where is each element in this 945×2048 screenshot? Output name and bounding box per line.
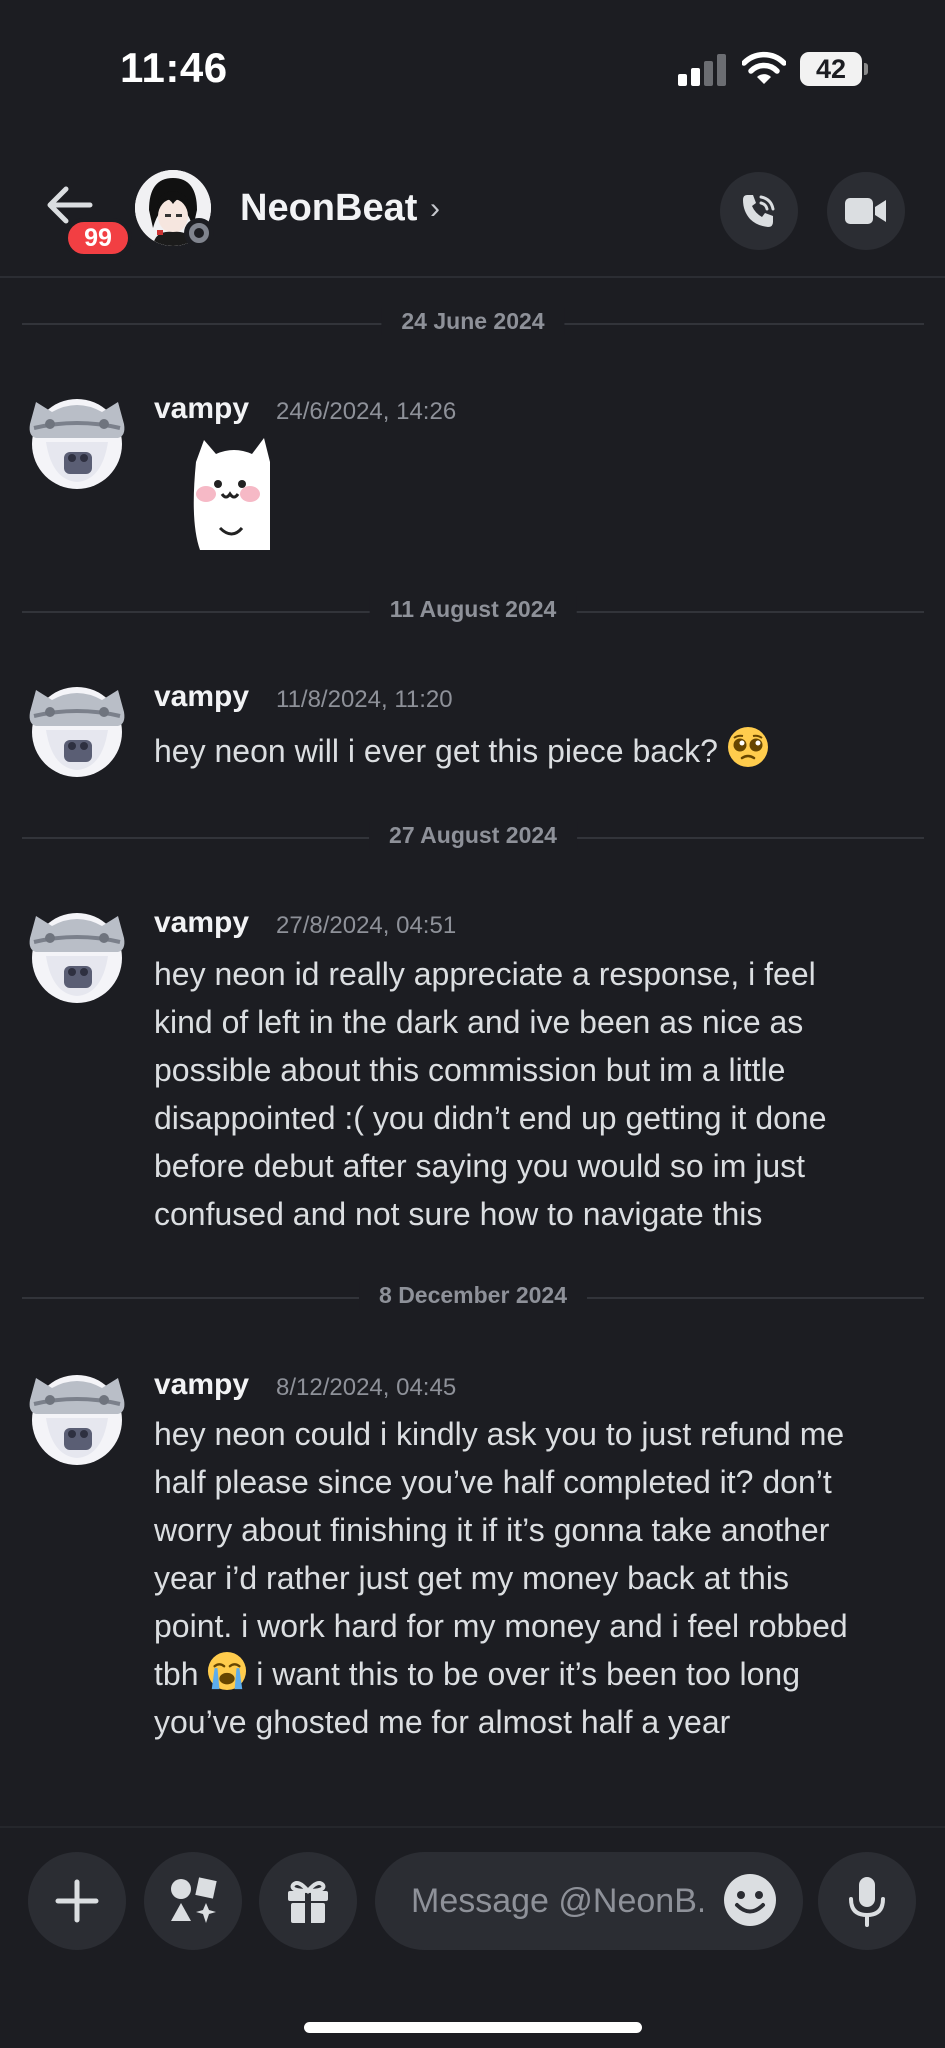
date-divider-label: 27 August 2024 [369,822,577,849]
channel-name[interactable]: NeonBeat [240,187,417,230]
phone-icon [743,195,775,227]
message-line-with-emoji: tbh i want this to be over it’s been too… [154,1650,914,1698]
avatar[interactable] [22,676,132,778]
home-indicator[interactable] [304,2022,642,2033]
plus-icon [55,1879,99,1923]
date-divider-label: 8 December 2024 [359,1282,587,1309]
message-line: hey neon could i kindly ask you to just … [154,1416,845,1452]
avatar[interactable] [22,388,132,490]
avatar[interactable] [22,1364,132,1466]
date-divider-label: 11 August 2024 [369,596,577,623]
microphone-icon [849,1877,885,1927]
message-author[interactable]: vampy [154,392,249,426]
loudly-crying-face-emoji-icon [208,1651,247,1691]
date-divider: 27 August 2024 [22,822,924,852]
message-line: you’ve ghosted me for almost half a year [154,1704,731,1740]
pleading-face-emoji-icon [727,727,768,767]
message-text: hey neon will i ever get this piece back… [154,733,718,769]
cat-sticker-image[interactable] [190,432,270,550]
message-line: point. i work hard for my money and i fe… [154,1608,848,1644]
attach-button[interactable] [28,1852,126,1950]
message-content: hey neon will i ever get this piece back… [154,726,914,775]
apps-icon [171,1877,217,1923]
voice-call-button[interactable] [720,172,798,250]
message-line: hey neon id really appreciate a response… [154,956,816,992]
apps-button[interactable] [144,1852,242,1950]
date-divider: 8 December 2024 [22,1282,924,1312]
message-text: i want this to be over it’s been too lon… [256,1656,801,1692]
date-divider: 11 August 2024 [22,596,924,626]
offline-status-icon [184,218,214,248]
message-author[interactable]: vampy [154,1368,249,1402]
message-line: half please since you’ve half completed … [154,1464,832,1500]
message-line: disappointed :( you didn’t end up gettin… [154,1100,827,1136]
message-timestamp: 11/8/2024, 11:20 [276,686,453,713]
video-call-button[interactable] [827,172,905,250]
cellular-signal-icon [678,54,728,86]
message-line: year i’d rather just get my money back a… [154,1560,789,1596]
chevron-right-icon[interactable]: › [430,192,440,226]
date-divider: 24 June 2024 [22,308,924,338]
message-content: hey neon id really appreciate a response… [154,950,914,1238]
dm-header: 99 NeonBeat › [0,130,945,278]
date-divider-label: 24 June 2024 [381,308,565,335]
message-line: confused and not sure how to navigate th… [154,1196,763,1232]
status-time: 11:46 [120,44,228,91]
smiley-icon[interactable] [722,1872,778,1928]
gift-button[interactable] [259,1852,357,1950]
gift-icon [288,1881,328,1923]
unread-count-badge[interactable]: 99 [64,218,132,258]
video-camera-icon [845,198,886,224]
status-bar: 11:46 42 [0,0,945,130]
message-author[interactable]: vampy [154,906,249,940]
avatar[interactable] [22,902,132,1004]
message-author[interactable]: vampy [154,680,249,714]
message-line: kind of left in the dark and ive been as… [154,1004,804,1040]
message-line: possible about this commission but im a … [154,1052,786,1088]
message-timestamp: 8/12/2024, 04:45 [276,1374,457,1401]
voice-message-button[interactable] [818,1852,916,1950]
wifi-icon [742,51,786,84]
message-composer [0,1826,945,2048]
message-content: hey neon could i kindly ask you to just … [154,1410,914,1746]
message-text: tbh [154,1656,199,1692]
message-timestamp: 24/6/2024, 14:26 [276,398,457,425]
message-timestamp: 27/8/2024, 04:51 [276,912,457,939]
message-line: worry about finishing it if it’s gonna t… [154,1512,830,1548]
battery-indicator: 42 [800,52,868,86]
message-line: before debut after saying you would so i… [154,1148,806,1184]
